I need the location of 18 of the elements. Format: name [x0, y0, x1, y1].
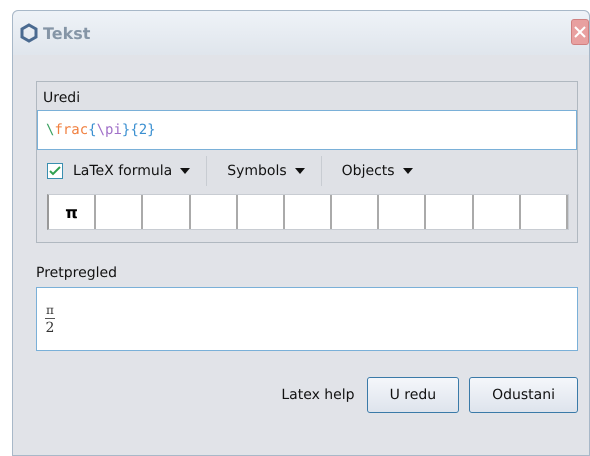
close-button[interactable] [571, 19, 589, 45]
latex-help-link[interactable]: Latex help [281, 387, 355, 403]
formula-input-field[interactable]: \frac{\pi}{2} [37, 110, 577, 150]
fraction-preview: π 2 [45, 302, 55, 336]
toolbar-menu[interactable]: Objects [342, 156, 429, 186]
toolbar-menu[interactable]: Symbols [227, 156, 322, 186]
dialog-button[interactable]: Odustani [469, 377, 578, 413]
dialog-button[interactable]: U redu [366, 377, 460, 413]
window-title: Tekst [43, 24, 90, 42]
latex-formula-menu[interactable]: LaTeX formula [73, 156, 208, 186]
caret-icon [180, 168, 190, 174]
latex-checkbox[interactable] [47, 163, 63, 179]
section-label: Uredi [42, 89, 82, 108]
app-icon [19, 23, 39, 43]
close-icon [573, 25, 587, 39]
section-label: Pretpregled [36, 264, 118, 281]
caret-icon [294, 168, 305, 174]
caret-icon [402, 168, 413, 174]
